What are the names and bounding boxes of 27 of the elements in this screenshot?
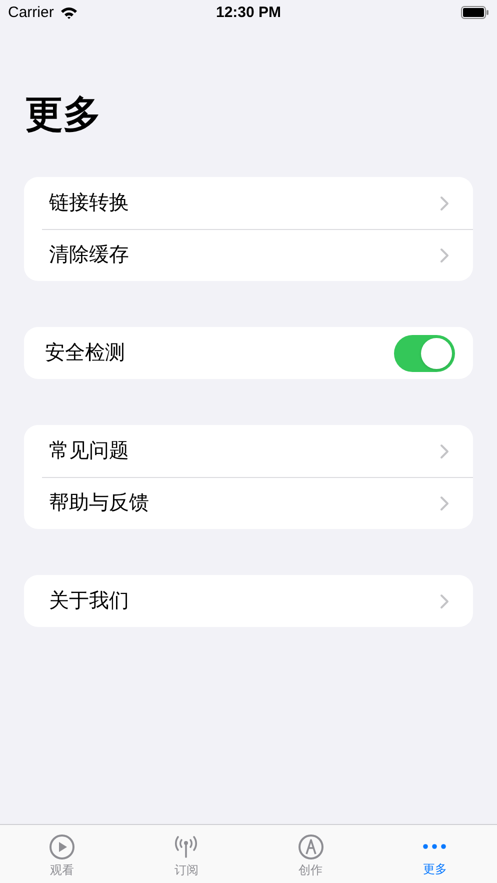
play-icon — [49, 834, 76, 860]
row-label: 关于我们 — [49, 589, 130, 614]
more-icon — [422, 844, 448, 849]
toggle-switch[interactable] — [394, 334, 455, 372]
chevron-icon — [440, 196, 449, 210]
pen-icon — [298, 834, 324, 860]
carrier-label: Carrier — [8, 2, 54, 23]
battery-icon — [461, 6, 489, 19]
row-label: 清除缓存 — [49, 243, 130, 268]
tab-item[interactable]: 更多 — [372, 825, 497, 883]
row-label: 常见问题 — [49, 439, 130, 464]
chevron-icon — [440, 444, 449, 458]
row-label: 帮助与反馈 — [49, 491, 150, 516]
chevron-icon — [440, 248, 449, 262]
page-title: 更多 — [25, 93, 102, 138]
row-label: 链接转换 — [49, 191, 130, 216]
wifi-icon — [60, 6, 78, 20]
menu-row[interactable]: 关于我们 — [24, 575, 473, 627]
menu-row[interactable]: 常见问题 — [24, 425, 473, 477]
antenna-icon — [173, 834, 200, 858]
menu-row[interactable]: 帮助与反馈 — [24, 477, 473, 529]
menu-row[interactable]: 清除缓存 — [24, 229, 473, 281]
menu-row[interactable]: 链接转换 — [24, 177, 473, 229]
row-label: 安全检测 — [45, 341, 126, 366]
chevron-icon — [440, 594, 449, 608]
clock-time: 12:30 PM — [216, 2, 282, 23]
chevron-icon — [440, 496, 449, 510]
